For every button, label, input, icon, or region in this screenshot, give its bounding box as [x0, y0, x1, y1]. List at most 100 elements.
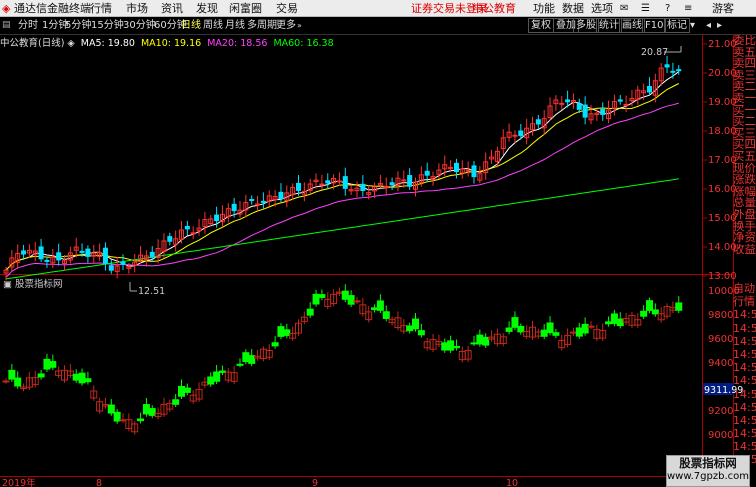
candle-body	[471, 165, 477, 178]
indicator-body	[283, 329, 291, 336]
indicator-side-panel: 自动行情14:5614:5614:5614:5614:5614:5614:561…	[733, 282, 756, 467]
quote-field-label: 卖二	[733, 81, 756, 93]
indicator-body	[277, 326, 285, 337]
indicator-body	[113, 411, 121, 422]
indicator-body	[417, 330, 425, 336]
price-gridlines	[703, 43, 707, 277]
indicator-body	[318, 294, 326, 298]
indicator-body	[511, 317, 519, 328]
date-axis: 2019年 8 9 10	[2, 477, 518, 487]
indicator-settings-icon[interactable]: ▣	[3, 279, 12, 290]
kline-chart[interactable]: 20.87 12.51 21.00 20.00 19.00 18.00 17.0…	[0, 0, 756, 487]
indicator-body	[353, 300, 361, 303]
indicator-tick: 9000	[708, 430, 733, 441]
quote-field-label: 收益	[733, 243, 756, 256]
candle-body	[600, 108, 606, 115]
indicator-body	[183, 387, 191, 393]
quote-field-label: 换手	[733, 220, 756, 233]
indicator-label[interactable]: ▣ 股票指标网	[3, 276, 63, 290]
tick-time: 14:56	[733, 400, 756, 414]
candle-body	[518, 130, 524, 137]
candle-body	[676, 69, 682, 72]
ma10-line	[5, 83, 680, 271]
auto-quote-label[interactable]: 行情	[733, 295, 756, 308]
candle-body	[120, 261, 126, 265]
candle-body	[512, 134, 518, 137]
candle-body	[623, 103, 629, 106]
candle-body	[664, 64, 670, 68]
ma5-line	[5, 71, 680, 271]
date-tick: 10	[506, 478, 518, 487]
quote-field-label: 净资	[733, 232, 756, 244]
candle-body	[389, 182, 395, 186]
tick-time: 14:56	[733, 308, 756, 322]
indicator-body	[213, 371, 221, 382]
indicator-body	[172, 399, 180, 405]
quote-field-label: 买五	[733, 150, 756, 163]
candle-body	[214, 214, 220, 222]
tick-time: 14:56	[733, 321, 756, 335]
indicator-body	[84, 378, 92, 383]
indicator-body	[2, 380, 10, 383]
quote-field-label: 卖四	[733, 58, 756, 70]
indicator-body	[406, 325, 414, 332]
indicator-body	[218, 370, 226, 373]
candle-body	[108, 265, 114, 271]
indicator-body	[142, 404, 150, 415]
indicator-body	[178, 385, 185, 397]
indicator-body	[675, 302, 683, 311]
indicator-body	[49, 361, 57, 368]
candle-body	[85, 248, 91, 257]
candle-body	[360, 183, 366, 191]
quote-field-label: 现价	[733, 162, 756, 175]
candle-body	[44, 259, 50, 262]
indicator-body	[610, 313, 618, 324]
candle-body	[38, 246, 44, 260]
candle-body	[576, 103, 582, 110]
watermark: 股票指标网 www.7gpzb.com	[666, 455, 750, 487]
quote-field-label: 卖三	[733, 69, 756, 82]
indicator-body	[376, 300, 384, 311]
indicator-body	[646, 300, 653, 311]
candle-body	[296, 182, 301, 191]
auto-quote-label[interactable]: 自动	[733, 282, 756, 295]
indicator-body	[341, 290, 349, 300]
indicator-tick: 9800	[708, 310, 733, 321]
quote-field-label: 买四	[733, 139, 756, 151]
indicator-body	[412, 318, 419, 330]
quote-field-label: 买二	[733, 116, 756, 128]
indicator-body	[107, 404, 115, 414]
watermark-line1: 股票指标网	[679, 456, 737, 470]
indicator-body	[540, 329, 548, 337]
high-annotation: 20.87	[641, 47, 668, 58]
indicator-body	[447, 340, 455, 351]
candle-body	[424, 170, 430, 176]
tick-time: 14:56	[733, 440, 756, 454]
quote-field-label: 委比	[733, 35, 756, 47]
tick-time: 14:56	[733, 374, 756, 388]
candle-body	[21, 250, 27, 255]
tick-time: 14:56	[733, 361, 756, 375]
indicator-body	[248, 355, 256, 364]
indicator-body	[587, 325, 595, 328]
indicator-body	[312, 293, 320, 305]
indicator-body	[452, 346, 460, 349]
indicator-body	[306, 308, 314, 316]
indicator-body	[8, 369, 16, 380]
tick-time: 14:56	[733, 334, 756, 348]
candle-body	[465, 169, 471, 172]
indicator-body	[78, 372, 86, 384]
indicator-body	[651, 309, 659, 315]
tick-time: 14:56	[733, 413, 756, 427]
indicator-body	[207, 376, 215, 385]
indicator-body	[476, 334, 484, 345]
candle-body	[184, 225, 190, 230]
indicator-body	[517, 325, 525, 333]
candle-body	[149, 251, 155, 258]
indicator-tick: 9200	[708, 406, 733, 417]
indicator-body	[505, 327, 513, 332]
indicator-body	[148, 408, 156, 416]
watermark-line2: www.7gpzb.com	[667, 471, 749, 482]
candle-body	[407, 175, 413, 187]
indicator-body	[470, 342, 478, 345]
